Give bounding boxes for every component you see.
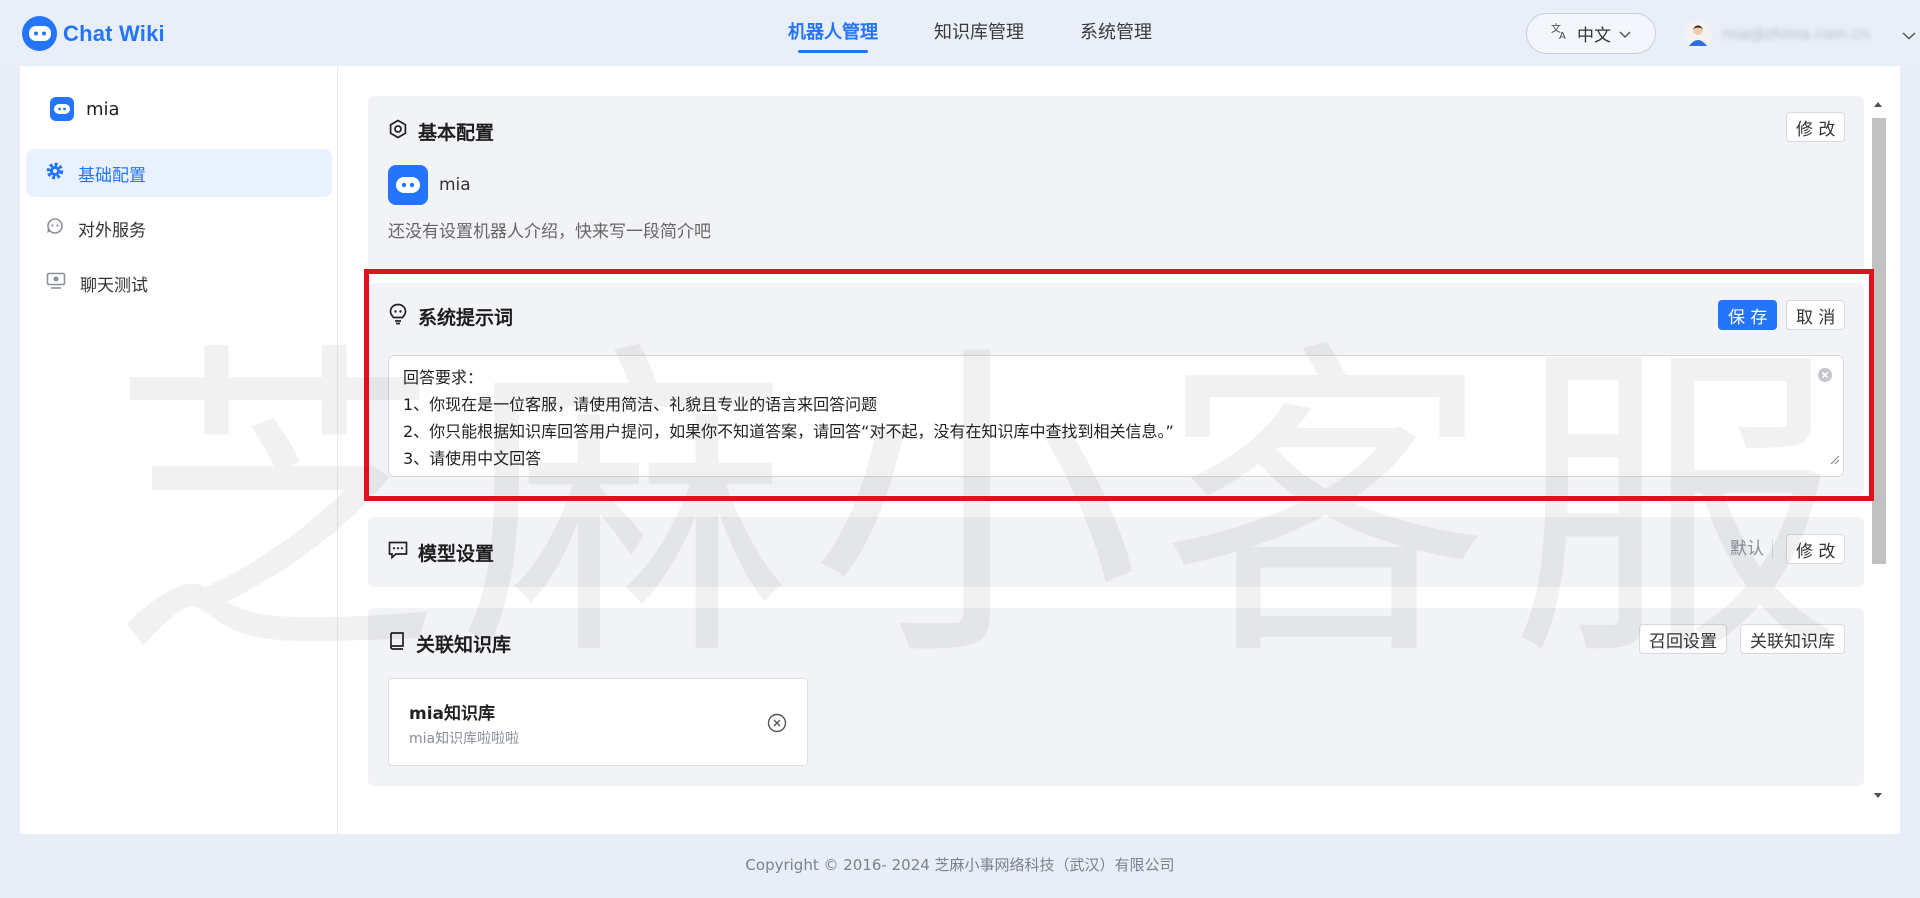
sidebar-item-chat-test[interactable]: 聊天测试 [26, 259, 332, 307]
nav-knowledge-management[interactable]: 知识库管理 [906, 0, 1052, 66]
settings-icon [388, 119, 408, 144]
language-label: 中文 [1577, 26, 1611, 46]
chat-bot-logo-icon [22, 16, 57, 51]
sidebar-item-external-service[interactable]: 对外服务 [26, 204, 332, 252]
scroll-thumb[interactable] [1872, 118, 1886, 564]
sidebar-item-label: 对外服务 [78, 220, 146, 241]
chevron-down-icon [1902, 25, 1916, 44]
top-bar: Chat Wiki 机器人管理 知识库管理 系统管理 文A 中文 mia@zhi… [0, 0, 1920, 66]
sidebar-bot-header: mia [50, 97, 120, 121]
bot-avatar-icon [388, 165, 428, 205]
model-default-label: 默认 [1730, 539, 1773, 559]
nav-system-management[interactable]: 系统管理 [1052, 0, 1180, 66]
sidebar: mia 基础配置 对外服务 聊天测试 [20, 66, 338, 834]
cancel-button[interactable]: 取 消 [1786, 300, 1846, 330]
translate-icon: 文A [1551, 22, 1569, 45]
prompt-line: 2、你只能根据知识库回答用户提问，如果你不知道答案，请回答“对不起，没有在知识库… [403, 422, 1174, 441]
user-menu[interactable]: mia@zhima.com.cn [1684, 20, 1916, 48]
lightbulb-icon [388, 303, 408, 330]
resize-handle-icon[interactable] [1830, 446, 1840, 473]
recall-settings-button[interactable]: 召回设置 [1639, 624, 1727, 654]
kb-item-desc: mia知识库啦啦啦 [409, 731, 520, 747]
model-settings-header: 模型设置 [388, 539, 494, 566]
user-email: mia@zhima.com.cn [1722, 25, 1870, 43]
basic-config-card: 基本配置 修 改 mia 还没有设置机器人介绍，快来写一段简介吧 [368, 96, 1864, 272]
svg-text:A: A [1559, 31, 1566, 40]
section-title: 模型设置 [418, 543, 495, 565]
chat-test-icon [46, 272, 66, 295]
save-button[interactable]: 保 存 [1718, 300, 1778, 330]
sidebar-item-label: 聊天测试 [80, 275, 148, 296]
main-nav: 机器人管理 知识库管理 系统管理 [760, 0, 1180, 66]
basic-edit-button[interactable]: 修 改 [1786, 112, 1846, 142]
system-prompt-card: 系统提示词 保 存 取 消 回答要求： 1、你现在是一位客服，请使用简洁、礼貌且… [368, 283, 1864, 495]
app-logo[interactable]: Chat Wiki [22, 16, 165, 51]
bot-identity: mia [388, 165, 471, 205]
remove-icon[interactable] [767, 713, 787, 737]
main-panel: mia 基础配置 对外服务 聊天测试 基本配置 修 改 mia 还没有设置机器人… [20, 66, 1900, 834]
service-icon [46, 217, 64, 240]
model-settings-card: 模型设置 默认 修 改 [368, 517, 1864, 587]
sidebar-bot-name: mia [86, 98, 120, 120]
model-edit-button[interactable]: 修 改 [1786, 534, 1846, 564]
linked-kb-header: 关联知识库 [388, 630, 511, 657]
sidebar-item-basic-config[interactable]: 基础配置 [26, 149, 332, 197]
kb-list-item[interactable]: mia知识库 mia知识库啦啦啦 [388, 678, 808, 766]
kb-item-name: mia知识库 [409, 704, 496, 724]
basic-config-header: 基本配置 [388, 118, 494, 145]
nav-bot-management[interactable]: 机器人管理 [760, 0, 906, 66]
sidebar-item-label: 基础配置 [78, 165, 146, 186]
link-kb-button[interactable]: 关联知识库 [1740, 624, 1845, 654]
book-icon [388, 631, 406, 656]
app-name: Chat Wiki [63, 20, 165, 46]
content-scrollbar[interactable] [1870, 96, 1886, 804]
footer-copyright: Copyright © 2016- 2024 芝麻小事网络科技（武汉）有限公司 [745, 856, 1175, 874]
prompt-line: 1、你现在是一位客服，请使用简洁、礼貌且专业的语言来回答问题 [403, 395, 878, 414]
scroll-down-icon[interactable] [1873, 792, 1883, 800]
bot-name: mia [439, 175, 471, 195]
clear-icon[interactable] [1817, 364, 1833, 391]
prompt-line: 回答要求： [403, 368, 484, 387]
scroll-up-icon[interactable] [1873, 100, 1883, 108]
message-icon [388, 540, 408, 565]
section-title: 系统提示词 [418, 307, 514, 329]
linked-kb-card: 关联知识库 召回设置 关联知识库 mia知识库 mia知识库啦啦啦 [368, 608, 1864, 786]
system-prompt-header: 系统提示词 [388, 303, 513, 330]
chevron-down-icon [1619, 24, 1631, 44]
bot-icon [50, 97, 74, 121]
bot-intro-placeholder: 还没有设置机器人介绍，快来写一段简介吧 [388, 222, 711, 242]
prompt-line: 3、请使用中文回答 [403, 449, 542, 468]
gear-icon [46, 162, 64, 185]
section-title: 基本配置 [418, 122, 495, 144]
avatar [1684, 20, 1712, 48]
language-selector[interactable]: 文A 中文 [1526, 13, 1656, 54]
section-title: 关联知识库 [416, 634, 512, 656]
system-prompt-textarea[interactable]: 回答要求： 1、你现在是一位客服，请使用简洁、礼貌且专业的语言来回答问题 2、你… [388, 355, 1844, 477]
config-content: 基本配置 修 改 mia 还没有设置机器人介绍，快来写一段简介吧 系统提示词 保… [368, 96, 1866, 796]
